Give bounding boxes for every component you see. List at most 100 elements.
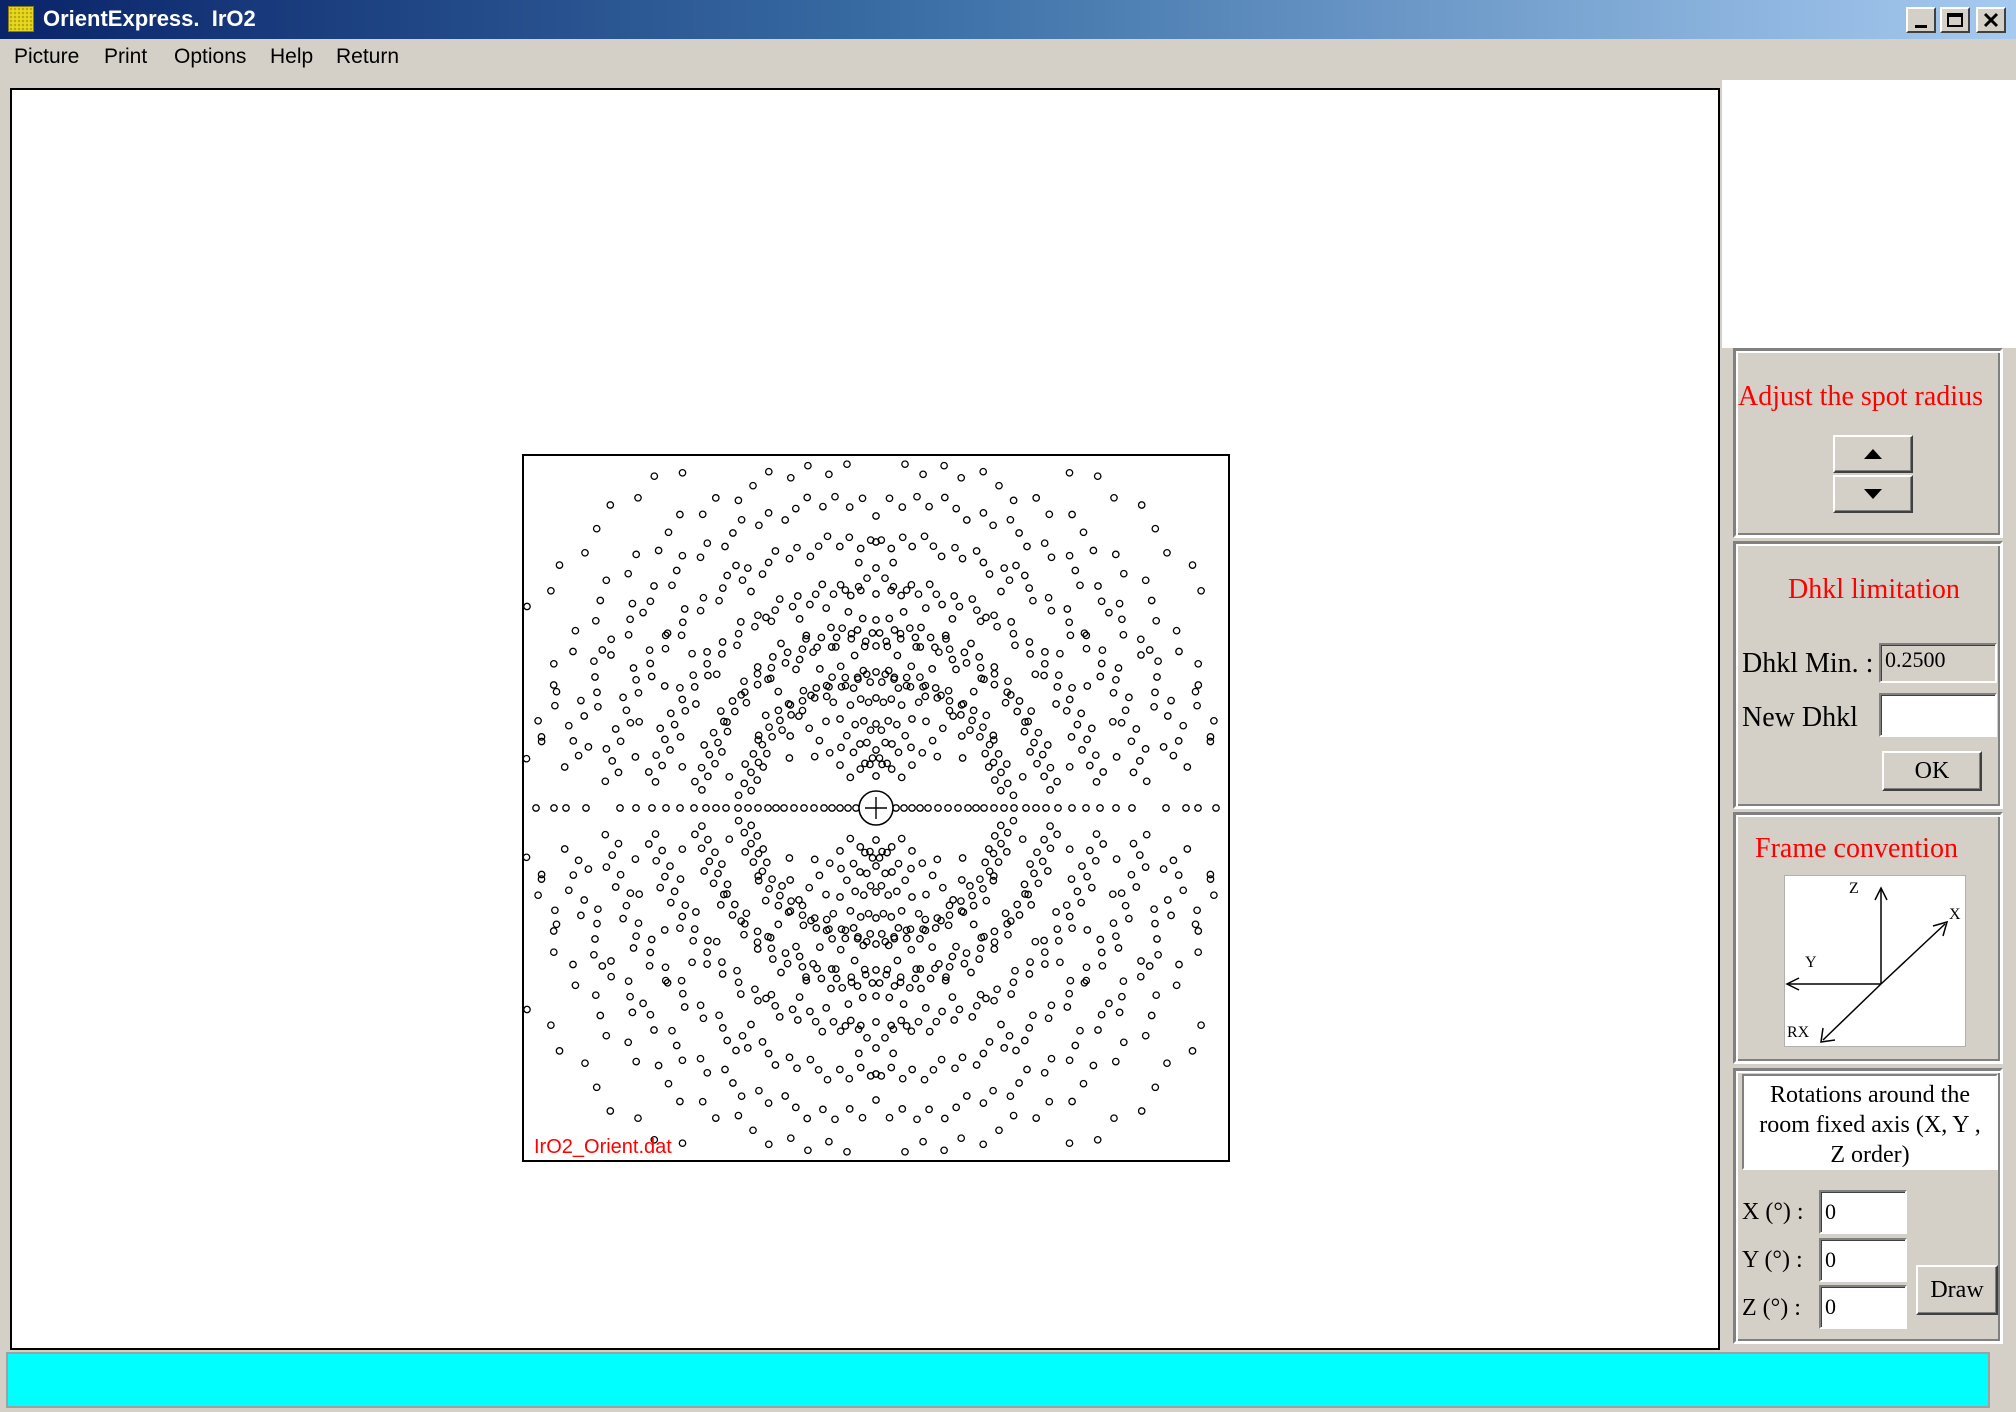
laue-spot xyxy=(524,1005,531,1014)
laue-spot xyxy=(678,845,687,854)
laue-spot xyxy=(698,786,706,794)
laue-spot xyxy=(902,1022,911,1030)
laue-spot xyxy=(1172,626,1181,635)
laue-spot xyxy=(703,1068,712,1077)
laue-spot xyxy=(920,532,929,541)
laue-spot xyxy=(758,1038,767,1046)
laue-spot xyxy=(1082,963,1091,972)
spot-radius-down-button[interactable] xyxy=(1833,475,1913,513)
laue-spot xyxy=(698,822,706,830)
draw-button[interactable]: Draw xyxy=(1916,1265,1998,1315)
laue-spot xyxy=(1129,839,1138,848)
laue-spot xyxy=(884,891,893,899)
laue-spot xyxy=(764,558,773,567)
laue-spot xyxy=(730,707,739,716)
laue-spot xyxy=(979,1049,988,1058)
laue-spot xyxy=(1053,830,1061,839)
menu-picture[interactable]: Picture xyxy=(12,45,81,69)
laue-spot xyxy=(820,804,828,812)
laue-spot xyxy=(972,1001,981,1010)
menu-print[interactable]: Print xyxy=(102,45,149,69)
laue-spot xyxy=(885,494,894,503)
laue-spot xyxy=(626,718,635,727)
rotation-x-input[interactable] xyxy=(1819,1190,1907,1234)
laue-spot xyxy=(846,773,855,782)
laue-spot xyxy=(1127,870,1136,879)
laue-spot xyxy=(799,686,808,695)
laue-spot xyxy=(877,726,886,735)
laue-spot xyxy=(1098,646,1107,655)
laue-spot xyxy=(1015,697,1024,705)
laue-spot xyxy=(774,901,783,910)
laue-spot xyxy=(793,543,801,552)
laue-spot xyxy=(645,646,654,655)
laue-spot xyxy=(1065,1056,1074,1065)
laue-spot xyxy=(1087,883,1096,892)
ok-button[interactable]: OK xyxy=(1882,751,1982,791)
close-button[interactable] xyxy=(1976,7,2006,33)
laue-spot xyxy=(944,804,952,812)
laue-spot xyxy=(676,924,684,933)
new-dhkl-input[interactable] xyxy=(1879,693,1997,737)
laue-spot xyxy=(704,671,712,680)
frame-title: Frame convention xyxy=(1755,833,1958,864)
laue-spot xyxy=(897,591,906,600)
laue-spot xyxy=(841,586,850,594)
laue-spot xyxy=(1065,989,1074,998)
minimize-button[interactable] xyxy=(1906,7,1936,33)
laue-spot xyxy=(885,614,894,623)
laue-spot xyxy=(872,992,880,1000)
laue-spot xyxy=(1006,1092,1015,1101)
rotation-y-input[interactable] xyxy=(1819,1238,1907,1282)
maximize-button[interactable] xyxy=(1940,7,1970,33)
dhkl-min-field: 0.2500 xyxy=(1879,643,1997,683)
laue-spot xyxy=(1135,851,1144,859)
laue-spot xyxy=(622,901,631,910)
laue-spot xyxy=(1151,524,1160,533)
spot-radius-up-button[interactable] xyxy=(1833,435,1913,473)
laue-spot xyxy=(551,906,559,915)
laue-spot xyxy=(1030,738,1038,747)
laue-spot xyxy=(725,772,734,781)
laue-spot xyxy=(681,901,690,910)
laue-spot xyxy=(734,1111,743,1120)
laue-spot xyxy=(1142,777,1151,786)
laue-spot xyxy=(1032,1114,1041,1122)
menu-help[interactable]: Help xyxy=(268,45,315,69)
laue-spot xyxy=(897,834,906,843)
laue-spot xyxy=(812,924,821,932)
laue-spot xyxy=(660,926,669,934)
laue-spot xyxy=(650,472,659,481)
rotation-z-input[interactable] xyxy=(1819,1285,1907,1329)
title-bar: OrientExpress. IrO2 xyxy=(0,0,2016,39)
laue-spot xyxy=(841,673,850,682)
menu-return[interactable]: Return xyxy=(334,45,401,69)
laue-spot xyxy=(678,1139,687,1148)
menu-options[interactable]: Options xyxy=(172,45,248,69)
laue-spot xyxy=(1112,855,1121,863)
laue-spot xyxy=(1020,880,1029,889)
laue-spot xyxy=(1169,751,1178,760)
laue-spot xyxy=(712,804,720,812)
laue-spot xyxy=(781,1092,790,1100)
laue-spot xyxy=(1068,924,1076,933)
laue-spot xyxy=(764,804,772,812)
laue-spot xyxy=(767,617,776,626)
laue-spot xyxy=(892,720,901,729)
laue-spot xyxy=(1162,804,1170,812)
laue-spot xyxy=(1018,772,1027,781)
laue-spot xyxy=(979,884,987,893)
laue-spot xyxy=(827,965,836,973)
drawing-canvas[interactable]: IrO2_Orient.dat xyxy=(10,88,1720,1350)
laue-spot xyxy=(775,1013,784,1021)
laue-spot xyxy=(1121,901,1130,910)
laue-spot xyxy=(764,1049,773,1058)
laue-spot xyxy=(1012,561,1020,570)
laue-spot xyxy=(951,543,959,552)
laue-spot xyxy=(703,539,712,548)
laue-spot xyxy=(868,754,877,762)
laue-spot xyxy=(957,1134,966,1143)
laue-spot xyxy=(788,602,797,611)
laue-spot xyxy=(856,1063,865,1072)
laue-spot xyxy=(788,1005,797,1014)
